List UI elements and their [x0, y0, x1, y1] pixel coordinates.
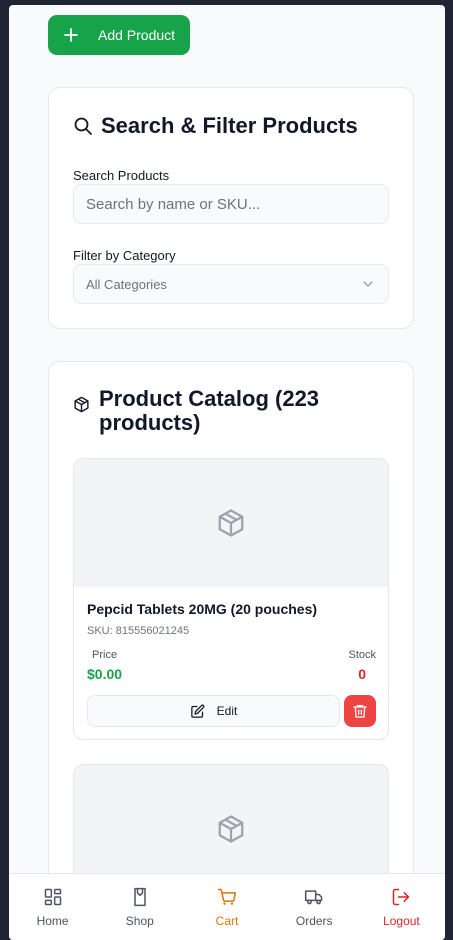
product-sku: SKU: 815556021245: [87, 625, 190, 637]
nav-item-cart[interactable]: Cart: [183, 874, 270, 940]
nav-item-shop[interactable]: Shop: [96, 874, 183, 940]
package-icon: [218, 509, 244, 537]
logout-icon: [393, 888, 410, 906]
plus-icon: [64, 28, 78, 42]
catalog-title-text: Product Catalog (223 products): [99, 386, 320, 435]
package-icon: [74, 396, 89, 413]
bottom-nav: Home Shop Cart Orders Logout: [9, 873, 445, 940]
grid-icon: [44, 888, 61, 906]
edit-icon: [190, 704, 205, 718]
nav-label-logout: Logout: [383, 914, 420, 928]
search-input[interactable]: Search by name or SKU...: [73, 184, 389, 224]
search-filter-card: Search & Filter Products Search Products…: [48, 87, 414, 329]
search-card-title: Search & Filter Products: [73, 113, 358, 139]
catalog-title: Product Catalog (223 products): [73, 387, 373, 435]
scroll-area[interactable]: Add Product Search & Filter Products Sea…: [9, 5, 445, 875]
nav-label-orders: Orders: [295, 914, 333, 928]
search-card-title-text: Search & Filter Products: [101, 113, 358, 138]
product-card[interactable]: Pepcid Tablets 20MG (20 pouches) SKU: 81…: [73, 458, 389, 740]
nav-label-home: Home: [36, 914, 69, 928]
app-screen: Add Product Search & Filter Products Sea…: [9, 5, 445, 940]
nav-label-shop: Shop: [125, 914, 154, 928]
search-input-placeholder: Search by name or SKU...: [86, 195, 261, 213]
truck-icon: [305, 890, 323, 905]
stock-value: 0: [358, 666, 366, 682]
edit-button-label: Edit: [216, 704, 238, 718]
add-product-label: Add Product: [98, 27, 176, 43]
product-name: Pepcid Tablets 20MG (20 pouches): [87, 601, 318, 617]
edit-button[interactable]: Edit: [87, 695, 340, 727]
shop-icon: [134, 887, 146, 907]
category-select[interactable]: All Categories: [73, 264, 389, 304]
chevron-down-icon: [363, 281, 373, 287]
category-select-value: All Categories: [86, 276, 167, 292]
product-catalog-card: Product Catalog (223 products) Pepcid Ta…: [48, 361, 414, 875]
stock-label: Stock: [348, 649, 376, 661]
price-label: Price: [92, 649, 118, 661]
nav-label-cart: Cart: [215, 914, 239, 928]
cart-icon: [217, 888, 237, 905]
price-value: $0.00: [87, 666, 123, 682]
product-image-placeholder: [74, 765, 388, 875]
add-product-button[interactable]: Add Product: [48, 15, 190, 55]
nav-item-orders[interactable]: Orders: [271, 874, 358, 940]
trash-icon: [353, 705, 367, 718]
product-card[interactable]: [73, 764, 389, 875]
package-icon: [218, 815, 244, 843]
nav-item-home[interactable]: Home: [9, 874, 96, 940]
nav-item-logout[interactable]: Logout: [358, 874, 445, 940]
search-products-label: Search Products: [73, 168, 170, 183]
delete-button[interactable]: [344, 695, 376, 727]
product-image-placeholder: [74, 459, 388, 587]
filter-category-label: Filter by Category: [73, 248, 176, 263]
search-icon: [74, 117, 92, 135]
